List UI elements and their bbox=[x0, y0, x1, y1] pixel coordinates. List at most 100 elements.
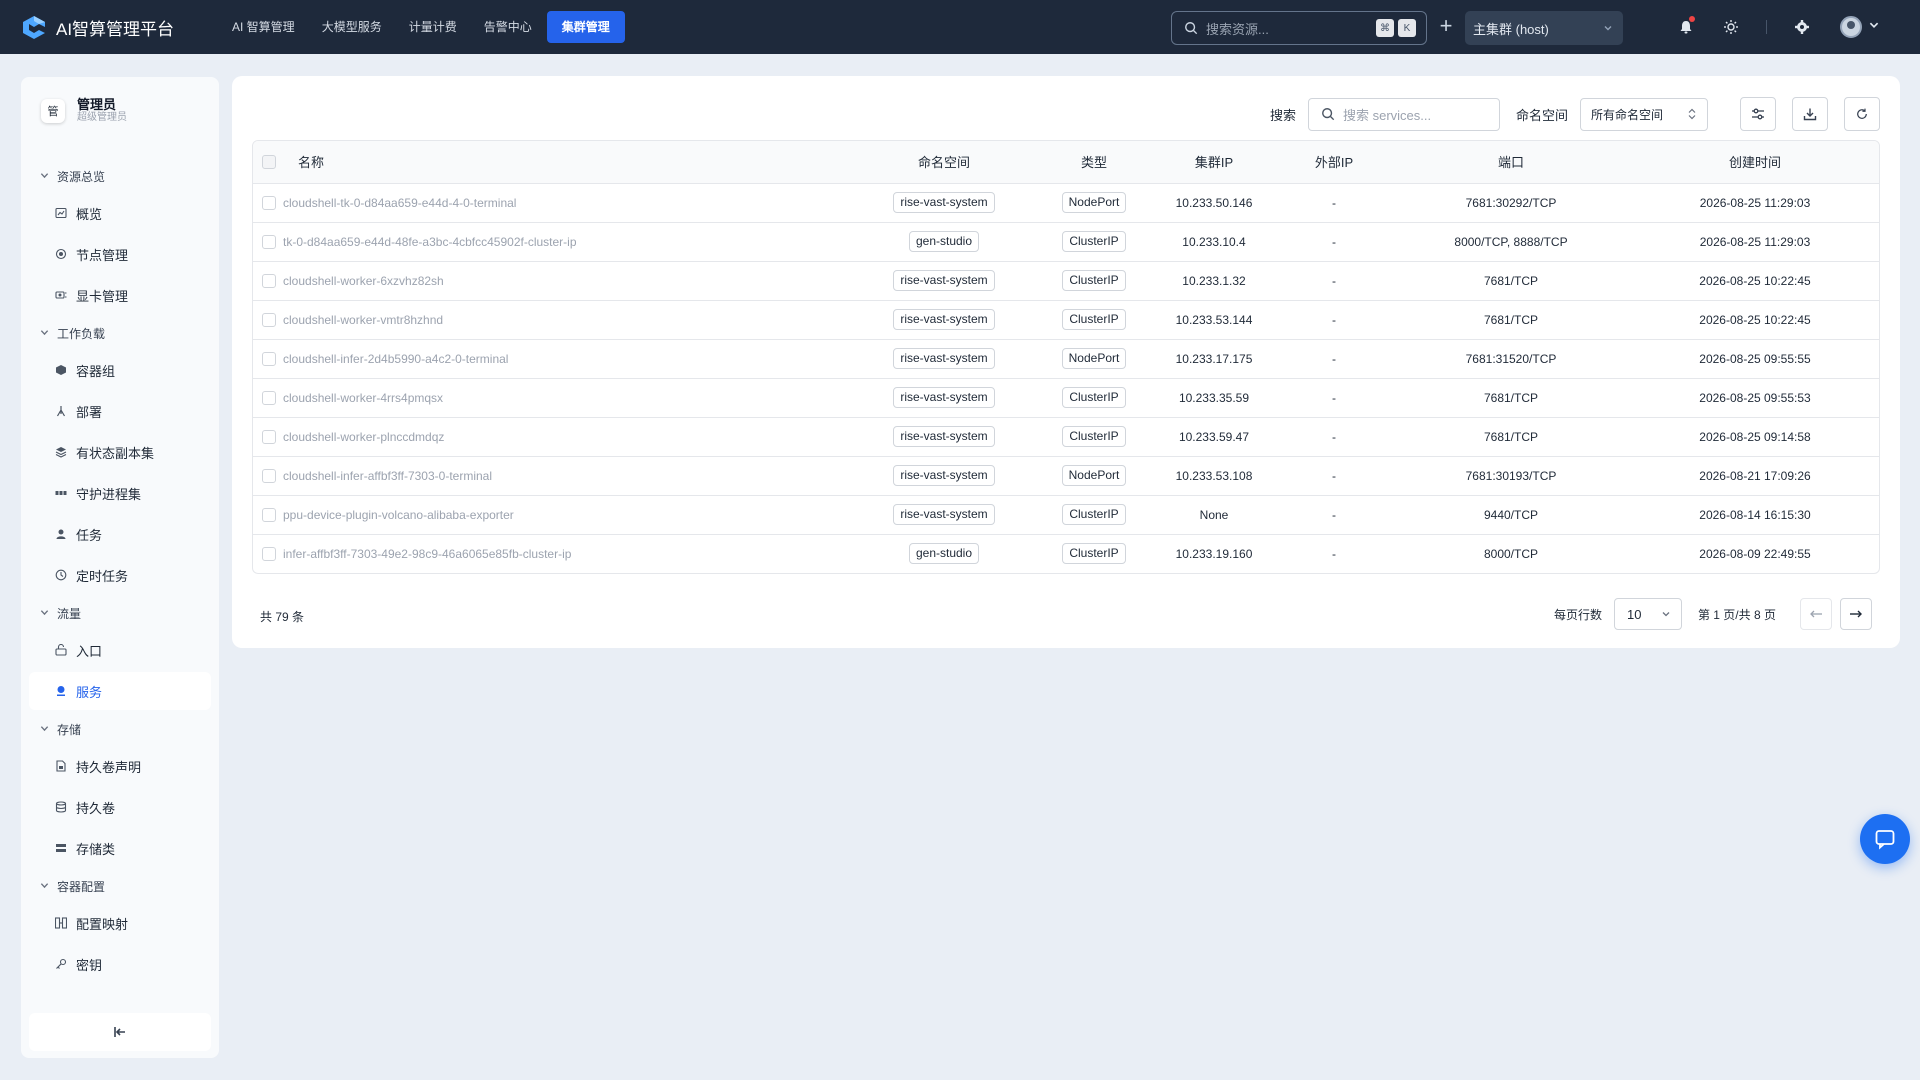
sidebar-item-node[interactable]: 节点管理 bbox=[29, 235, 211, 273]
created-time: 2026-08-25 11:29:03 bbox=[1699, 234, 1811, 249]
service-name[interactable]: tk-0-d84aa659-e44d-48fe-a3bc-4cbfcc45902… bbox=[283, 222, 853, 261]
column-header-cluster-ip[interactable]: 集群IP bbox=[1153, 141, 1275, 184]
column-header-type[interactable]: 类型 bbox=[1035, 141, 1153, 184]
select-all-checkbox[interactable] bbox=[262, 154, 276, 169]
table-row[interactable]: cloudshell-worker-vmtr8hzhnd rise-vast-sy… bbox=[253, 300, 1879, 339]
prev-page-button[interactable] bbox=[1800, 598, 1832, 630]
sidebar-group-2[interactable]: 工作负载 bbox=[21, 318, 219, 348]
sidebar-item-job[interactable]: 任务 bbox=[29, 515, 211, 553]
row-checkbox[interactable] bbox=[262, 234, 276, 249]
nav-item-5[interactable]: 集群管理 bbox=[546, 11, 625, 43]
sidebar-item-pv[interactable]: 持久卷 bbox=[29, 788, 211, 826]
table-row[interactable]: ppu-device-plugin-volcano-alibaba-export… bbox=[253, 495, 1879, 534]
rows-per-page-select[interactable]: 10 bbox=[1613, 598, 1682, 630]
sidebar-group-label: 资源总览 bbox=[57, 169, 106, 184]
user-avatar[interactable] bbox=[1840, 16, 1862, 38]
sidebar-item-cronjob[interactable]: 定时任务 bbox=[29, 556, 211, 594]
service-name[interactable]: infer-affbf3ff-7303-49e2-98c9-46a6065e85… bbox=[283, 534, 853, 573]
table-row[interactable]: cloudshell-worker-plnccdmdqz rise-vast-sy… bbox=[253, 417, 1879, 456]
sidebar-group-3[interactable]: 流量 bbox=[21, 598, 219, 628]
sidebar-item-pvc[interactable]: 持久卷声明 bbox=[29, 747, 211, 785]
nav-item-4[interactable]: 告警中心 bbox=[472, 11, 544, 43]
external-ip: - bbox=[1332, 312, 1336, 327]
search-label: 搜索 bbox=[1269, 107, 1296, 123]
namespace-cell: gen-studio bbox=[853, 222, 1035, 261]
table-row[interactable]: cloudshell-worker-6xzvhz82sh rise-vast-sy… bbox=[253, 261, 1879, 300]
sidebar-item-statefulset[interactable]: 有状态副本集 bbox=[29, 433, 211, 471]
row-select-cell bbox=[253, 378, 283, 417]
sidebar-item-pod[interactable]: 容器组 bbox=[29, 351, 211, 389]
sidebar-item-deployment[interactable]: 部署 bbox=[29, 392, 211, 430]
cluster-select[interactable]: 主集群 (host) bbox=[1465, 11, 1623, 45]
table-row[interactable]: cloudshell-infer-2d4b5990-a4c2-0-termina… bbox=[253, 339, 1879, 378]
sidebar-item-configmap[interactable]: 配置映射 bbox=[29, 904, 211, 942]
row-checkbox[interactable] bbox=[262, 468, 276, 483]
gear-icon[interactable] bbox=[1792, 17, 1812, 37]
service-name[interactable]: cloudshell-infer-2d4b5990-a4c2-0-termina… bbox=[283, 339, 853, 378]
external-ip: - bbox=[1332, 429, 1336, 444]
table-row[interactable]: cloudshell-infer-affbf3ff-7303-0-termina… bbox=[253, 456, 1879, 495]
sidebar-item-ingress[interactable]: 入口 bbox=[29, 631, 211, 669]
filter-settings-button[interactable] bbox=[1740, 97, 1776, 131]
sidebar-item-gpu[interactable]: 显卡管理 bbox=[29, 276, 211, 314]
chevron-down-icon[interactable] bbox=[1868, 19, 1880, 34]
theme-toggle-icon[interactable] bbox=[1721, 17, 1741, 37]
service-name[interactable]: cloudshell-worker-vmtr8hzhnd bbox=[283, 300, 853, 339]
sidebar-group-label: 工作负载 bbox=[57, 326, 106, 341]
services-table: 名称 命名空间 类型 集群IP 外部IP 端口 创建时间 cloudshell-… bbox=[252, 140, 1880, 574]
add-icon[interactable]: + bbox=[1436, 15, 1456, 38]
nav-item-2[interactable]: 大模型服务 bbox=[310, 11, 394, 43]
next-page-button[interactable] bbox=[1840, 598, 1872, 630]
topbar-divider bbox=[1766, 20, 1767, 34]
service-name[interactable]: cloudshell-tk-0-d84aa659-e44d-4-0-termin… bbox=[283, 183, 853, 222]
nav-item-3[interactable]: 计量计费 bbox=[397, 11, 469, 43]
cluster-ip: 10.233.53.144 bbox=[1175, 312, 1253, 327]
column-header-ports[interactable]: 端口 bbox=[1393, 141, 1629, 184]
service-name[interactable]: ppu-device-plugin-volcano-alibaba-export… bbox=[283, 495, 853, 534]
nav-item-1[interactable]: AI 智算管理 bbox=[220, 11, 307, 43]
row-checkbox[interactable] bbox=[262, 429, 276, 444]
service-name[interactable]: cloudshell-worker-plnccdmdqz bbox=[283, 417, 853, 456]
table-row[interactable]: tk-0-d84aa659-e44d-48fe-a3bc-4cbfcc45902… bbox=[253, 222, 1879, 261]
column-header-created[interactable]: 创建时间 bbox=[1629, 141, 1879, 184]
service-name[interactable]: cloudshell-worker-6xzvhz82sh bbox=[283, 261, 853, 300]
sidebar-item-service[interactable]: 服务 bbox=[29, 672, 211, 710]
download-icon bbox=[1803, 108, 1817, 121]
sidebar-item-secret[interactable]: 密钥 bbox=[29, 945, 211, 983]
column-header-external-ip[interactable]: 外部IP bbox=[1275, 141, 1393, 184]
chat-button[interactable] bbox=[1860, 814, 1910, 864]
column-header-name[interactable]: 名称 bbox=[283, 141, 853, 184]
table-row[interactable]: infer-affbf3ff-7303-49e2-98c9-46a6065e85… bbox=[253, 534, 1879, 573]
services-search-input[interactable]: 搜索 services... bbox=[1307, 97, 1500, 131]
row-checkbox[interactable] bbox=[262, 351, 276, 366]
sidebar-group-4[interactable]: 存储 bbox=[21, 714, 219, 744]
app-logo[interactable]: AI智算管理平台 bbox=[20, 13, 204, 41]
sidebar-group-label: 存储 bbox=[57, 722, 82, 737]
row-checkbox[interactable] bbox=[262, 546, 276, 561]
namespace-select[interactable]: 所有命名空间 bbox=[1580, 97, 1708, 131]
sidebar-item-label: 服务 bbox=[76, 684, 103, 700]
refresh-button[interactable] bbox=[1844, 97, 1880, 131]
service-name[interactable]: cloudshell-infer-affbf3ff-7303-0-termina… bbox=[283, 456, 853, 495]
download-button[interactable] bbox=[1792, 97, 1828, 131]
collapse-sidebar-button[interactable] bbox=[29, 1013, 211, 1051]
row-checkbox[interactable] bbox=[262, 195, 276, 210]
row-checkbox[interactable] bbox=[262, 507, 276, 522]
row-checkbox[interactable] bbox=[262, 312, 276, 327]
table-row[interactable]: cloudshell-worker-4rrs4pmqsx rise-vast-sy… bbox=[253, 378, 1879, 417]
sidebar-group-5[interactable]: 容器配置 bbox=[21, 871, 219, 901]
global-search-input[interactable]: 搜索资源... ⌘ K bbox=[1171, 11, 1427, 45]
column-header-namespace[interactable]: 命名空间 bbox=[853, 141, 1035, 184]
namespace-tag: rise-vast-system bbox=[893, 348, 995, 369]
row-checkbox[interactable] bbox=[262, 273, 276, 288]
sidebar-item-daemonset[interactable]: 守护进程集 bbox=[29, 474, 211, 512]
service-name[interactable]: cloudshell-worker-4rrs4pmqsx bbox=[283, 378, 853, 417]
sidebar-item-label: 有状态副本集 bbox=[76, 445, 155, 461]
sidebar-item-storageclass[interactable]: 存储类 bbox=[29, 829, 211, 867]
sidebar-group-1[interactable]: 资源总览 bbox=[21, 161, 219, 191]
row-checkbox[interactable] bbox=[262, 390, 276, 405]
sidebar-item-dashboard[interactable]: 概览 bbox=[29, 194, 211, 232]
sidebar-item-label: 存储类 bbox=[76, 841, 116, 857]
bell-icon[interactable] bbox=[1676, 16, 1696, 37]
table-row[interactable]: cloudshell-tk-0-d84aa659-e44d-4-0-termin… bbox=[253, 183, 1879, 222]
